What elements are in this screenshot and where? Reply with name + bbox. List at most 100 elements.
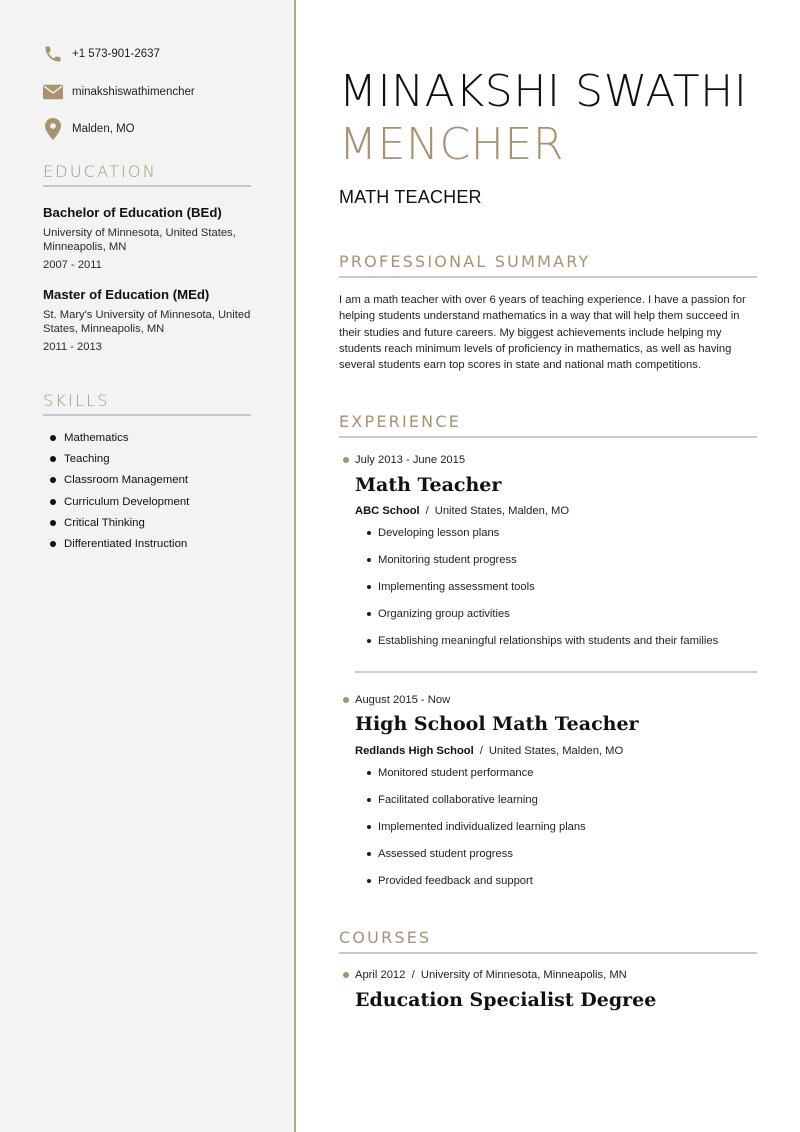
skill-label: Critical Thinking [64,516,145,529]
skill-label: Classroom Management [64,474,189,487]
course-date-line: April 2012 / University of Minnesota, Mi… [343,969,627,981]
skill-item: Differentiated Instruction [50,537,189,558]
education-item: Master of Education (MEd) St. Mary's Uni… [43,287,253,353]
timeline-dot-icon [343,972,349,978]
bullet-icon [50,477,56,484]
education-item: Bachelor of Education (BEd) University o… [43,205,253,271]
experience-bullet: Organizing group activities [366,607,718,634]
education-heading: EDUCATION [43,162,157,181]
experience-company: ABC School / United States, Malden, MO [355,505,569,517]
degree-title: Master of Education (MEd) [43,287,210,302]
course-date-text: April 2012 / University of Minnesota, Mi… [355,969,627,981]
experience-dates: July 2013 - June 2015 [343,454,465,466]
courses-heading: COURSES [339,928,432,947]
dates-text: July 2013 - June 2015 [355,454,466,466]
name-first: MINAKSHI SWATHI [339,66,748,117]
summary-rule [339,276,757,278]
experience-bullet: Assessed student progress [366,847,586,874]
bullet-text: Facilitated collaborative learning [378,794,538,806]
bullet-text: Establishing meaningful relationships wi… [378,635,719,647]
bullet-icon [367,879,371,883]
bullet-icon [367,825,371,829]
phone-icon [43,44,63,64]
skill-item: Classroom Management [50,473,189,494]
school-name: University of Minnesota, United States, … [43,227,236,253]
experience-role: High School Math Teacher [355,713,639,735]
skill-label: Teaching [64,453,110,466]
skill-item: Teaching [50,452,189,473]
skill-label: Differentiated Instruction [64,537,188,550]
bullet-text: Monitoring student progress [378,554,517,566]
email-text[interactable]: minakshiswathimencher [72,86,195,98]
separator: / [425,505,429,517]
experience-bullet: Developing lesson plans [366,526,718,553]
degree-title: Bachelor of Education (BEd) [43,205,222,220]
vertical-divider [294,0,296,1132]
experience-bullet: Monitoring student progress [366,553,718,580]
skill-item: Mathematics [50,431,189,452]
contact-phone: +1 573-901-2637 [43,44,160,64]
skill-label: Mathematics [64,432,129,444]
separator: / [479,745,483,757]
bullet-icon [367,558,371,562]
job-title: MATH TEACHER [339,187,482,207]
map-pin-icon [43,118,63,140]
company-location: United States, Malden, MO [434,505,570,517]
education-dates: 2007 - 2011 [43,259,102,271]
company-name: Redlands High School [355,745,474,757]
bullet-text: Provided feedback and support [378,875,533,887]
bullet-icon [367,852,371,856]
experience-bullet: Monitored student performance [366,766,586,793]
contact-email: minakshiswathimencher [43,82,195,102]
envelope-icon [43,82,63,102]
course-title: Education Specialist Degree [355,989,657,1011]
bullet-icon [50,456,56,463]
experience-bullet: Implemented individualized learning plan… [366,820,586,847]
experience-bullets: Developing lesson plans Monitoring stude… [366,526,718,661]
bullet-text: Assessed student progress [378,848,513,860]
skills-rule [43,414,251,416]
summary-heading: PROFESSIONAL SUMMARY [339,252,591,271]
school-name: St. Mary's University of Minnesota, Unit… [43,309,251,335]
courses-rule [339,952,757,954]
bullet-icon [50,498,56,505]
bullet-text: Implementing assessment tools [378,581,535,593]
company-location: United States, Malden, MO [488,745,624,757]
bullet-icon [367,798,371,802]
bullet-text: Developing lesson plans [378,527,500,539]
bullet-icon [367,639,371,643]
name-last: MENCHER [339,119,565,170]
bullet-icon [367,612,371,616]
experience-dates: August 2015 - Now [343,694,450,706]
experience-company: Redlands High School / United States, Mald… [355,745,623,757]
phone-text[interactable]: +1 573-901-2637 [72,48,160,60]
bullet-icon [367,771,371,775]
bullet-icon [367,585,371,589]
bullet-icon [50,540,56,547]
skills-heading: SKILLS [43,391,110,410]
bullet-text: Implemented individualized learning plan… [378,821,586,833]
education-rule [43,185,251,187]
bullet-icon [50,519,56,526]
bullet-icon [50,435,56,441]
dates-text: August 2015 - Now [355,694,451,706]
education-dates: 2011 - 2013 [43,341,102,353]
company-name: ABC School [355,505,420,517]
skill-label: Curriculum Development [64,495,190,508]
experience-bullet: Provided feedback and support [366,874,586,901]
bullet-text: Organizing group activities [378,608,510,620]
experience-bullet: Facilitated collaborative learning [366,793,586,820]
skills-list: Mathematics Teaching Classroom Managemen… [50,431,189,558]
bullet-icon [367,531,371,535]
skill-item: Critical Thinking [50,516,189,537]
experience-bullet: Implementing assessment tools [366,580,718,607]
bullet-text: Monitored student performance [378,767,534,779]
experience-separator [355,671,757,673]
experience-role: Math Teacher [355,474,502,496]
experience-heading: EXPERIENCE [339,412,462,431]
contact-location: Malden, MO [43,118,135,140]
experience-bullet: Establishing meaningful relationships wi… [366,634,718,661]
experience-rule [339,436,757,438]
summary-text: I am a math teacher with over 6 years of… [339,294,746,372]
location-text: Malden, MO [72,123,135,135]
